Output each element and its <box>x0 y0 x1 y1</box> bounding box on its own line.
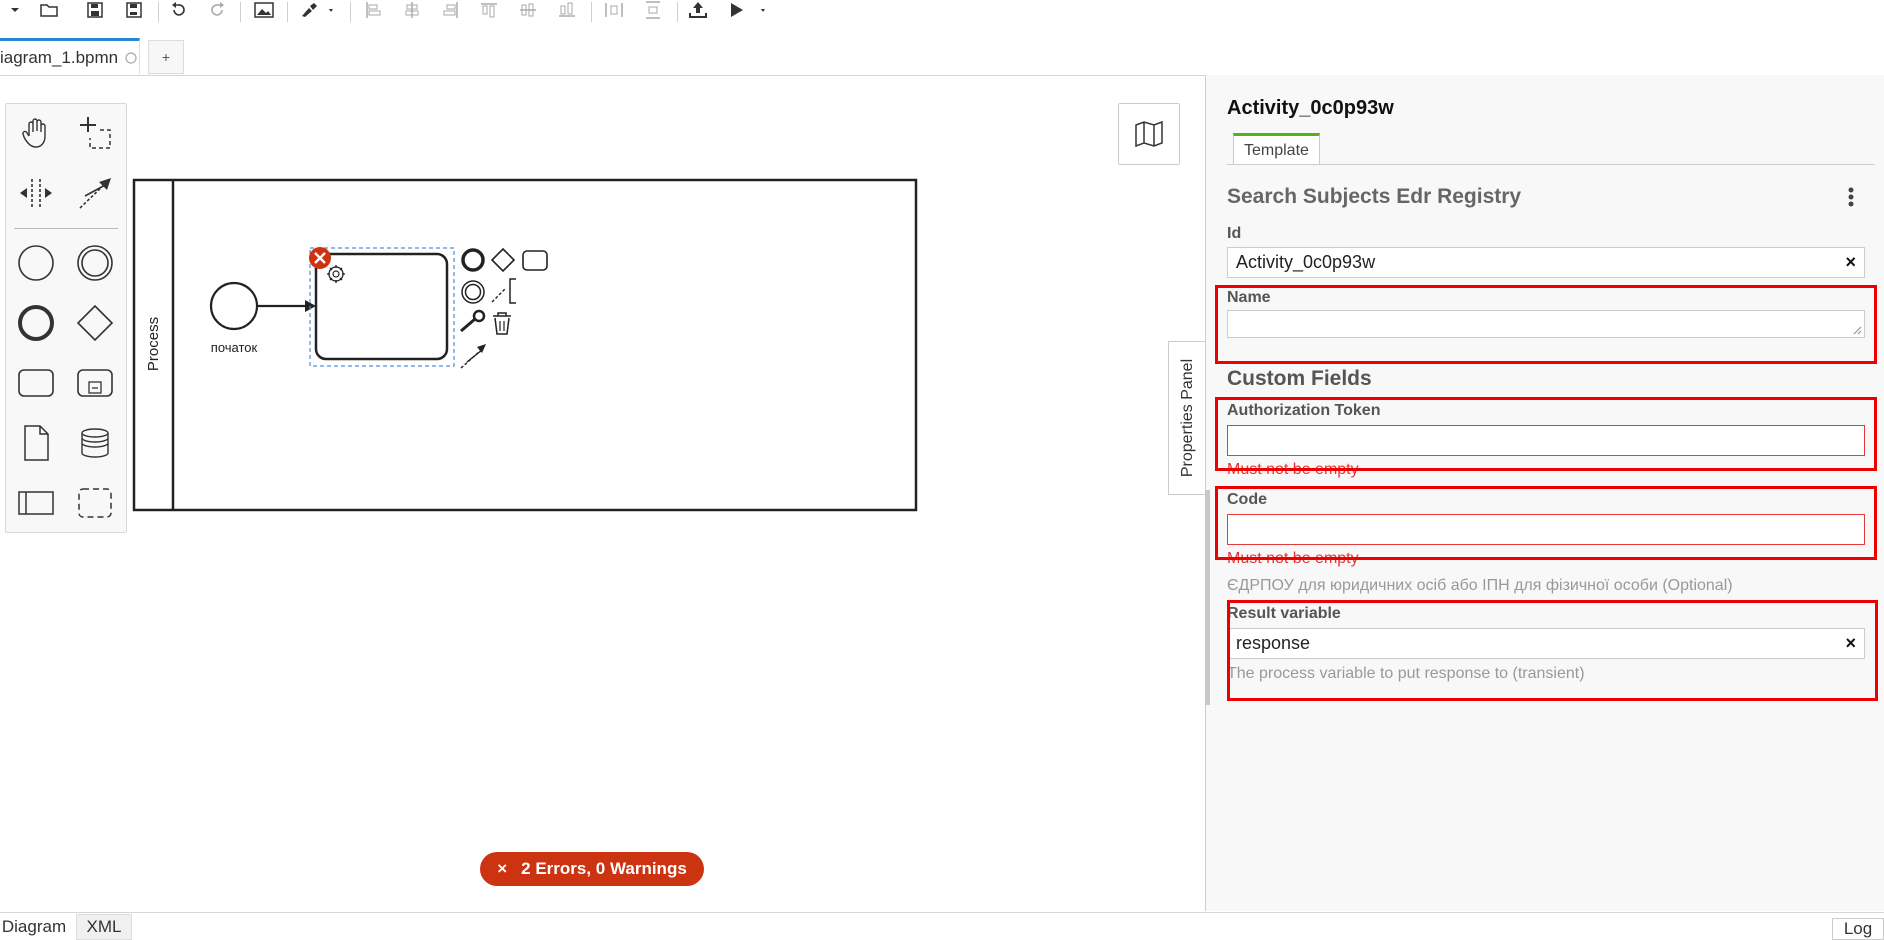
toolbar-separator <box>350 2 351 22</box>
properties-panel-toggle[interactable]: Properties Panel <box>1168 341 1207 495</box>
align-bottom-icon <box>556 0 578 20</box>
toolbar-separator <box>240 2 241 22</box>
run-icon[interactable] <box>726 0 770 20</box>
start-event[interactable] <box>209 281 259 331</box>
align-center-icon <box>401 0 423 20</box>
unsaved-indicator-icon <box>125 51 137 64</box>
pool-label: Process <box>145 317 162 371</box>
bottom-divider <box>0 912 1884 913</box>
template-group-title: Search Subjects Edr Registry <box>1227 185 1522 208</box>
dropdown-arrow-icon[interactable] <box>8 0 22 20</box>
id-value: Activity_0c0p93w <box>1236 252 1376 272</box>
element-title: Activity_0c0p93w <box>1227 97 1394 119</box>
add-tab-button[interactable]: + <box>148 40 184 74</box>
tab-divider <box>1227 164 1875 165</box>
minimap-toggle-button[interactable] <box>1118 103 1180 165</box>
align-top-icon <box>478 0 500 20</box>
highlight-code <box>1215 486 1877 560</box>
error-marker-icon[interactable] <box>309 247 331 269</box>
properties-panel: Activity_0c0p93w Template Search Subject… <box>1205 75 1884 911</box>
open-file-icon[interactable] <box>38 0 62 20</box>
toolbar-separator <box>287 2 288 22</box>
code-description: ЄДРПОУ для юридичних осіб або ІПН для фі… <box>1227 577 1733 594</box>
save-icon[interactable] <box>84 0 106 20</box>
highlight-authorization-token <box>1215 397 1877 471</box>
clear-id-icon[interactable]: × <box>1845 252 1856 273</box>
log-button[interactable]: Log <box>1832 918 1884 940</box>
highlight-result-variable <box>1227 600 1878 701</box>
id-field[interactable]: Activity_0c0p93w × <box>1227 247 1865 278</box>
save-as-icon[interactable] <box>123 0 145 20</box>
errors-warnings-badge[interactable]: × 2 Errors, 0 Warnings <box>480 852 704 886</box>
properties-panel-scrollbar[interactable] <box>1205 490 1210 705</box>
highlight-name <box>1215 285 1877 364</box>
toolbar-separator <box>591 2 592 22</box>
toolbar <box>0 0 1884 24</box>
tab-xml[interactable]: XML <box>76 914 132 940</box>
tab-diagram[interactable]: Diagram <box>0 914 68 940</box>
more-options-icon[interactable] <box>1846 185 1856 209</box>
id-label: Id <box>1227 225 1242 242</box>
redo-icon[interactable] <box>206 0 228 20</box>
start-event-label: початок <box>211 340 258 355</box>
align-right-icon <box>440 0 462 20</box>
error-close-icon: × <box>497 859 508 878</box>
export-image-icon[interactable] <box>252 0 276 20</box>
diagram-canvas[interactable]: Process початок <box>0 76 1160 546</box>
tab-file-name: iagram_1.bpmn <box>0 47 119 67</box>
tab-diagram-file[interactable]: iagram_1.bpmn <box>0 38 140 74</box>
tab-template[interactable]: Template <box>1233 133 1320 165</box>
align-middle-icon <box>517 0 539 20</box>
deploy-icon[interactable] <box>686 0 710 20</box>
color-brush-icon[interactable] <box>298 0 338 20</box>
distribute-horizontal-icon <box>603 0 625 20</box>
distribute-vertical-icon <box>642 0 664 20</box>
toolbar-separator <box>677 2 678 22</box>
undo-icon[interactable] <box>168 0 190 20</box>
properties-panel-toggle-label: Properties Panel <box>1179 358 1197 478</box>
custom-fields-title: Custom Fields <box>1227 367 1372 390</box>
align-left-icon <box>362 0 384 20</box>
file-tab-bar: iagram_1.bpmn + <box>0 38 1205 76</box>
map-icon <box>1135 121 1163 147</box>
errors-warnings-text: 2 Errors, 0 Warnings <box>521 859 687 878</box>
toolbar-separator <box>158 2 159 22</box>
